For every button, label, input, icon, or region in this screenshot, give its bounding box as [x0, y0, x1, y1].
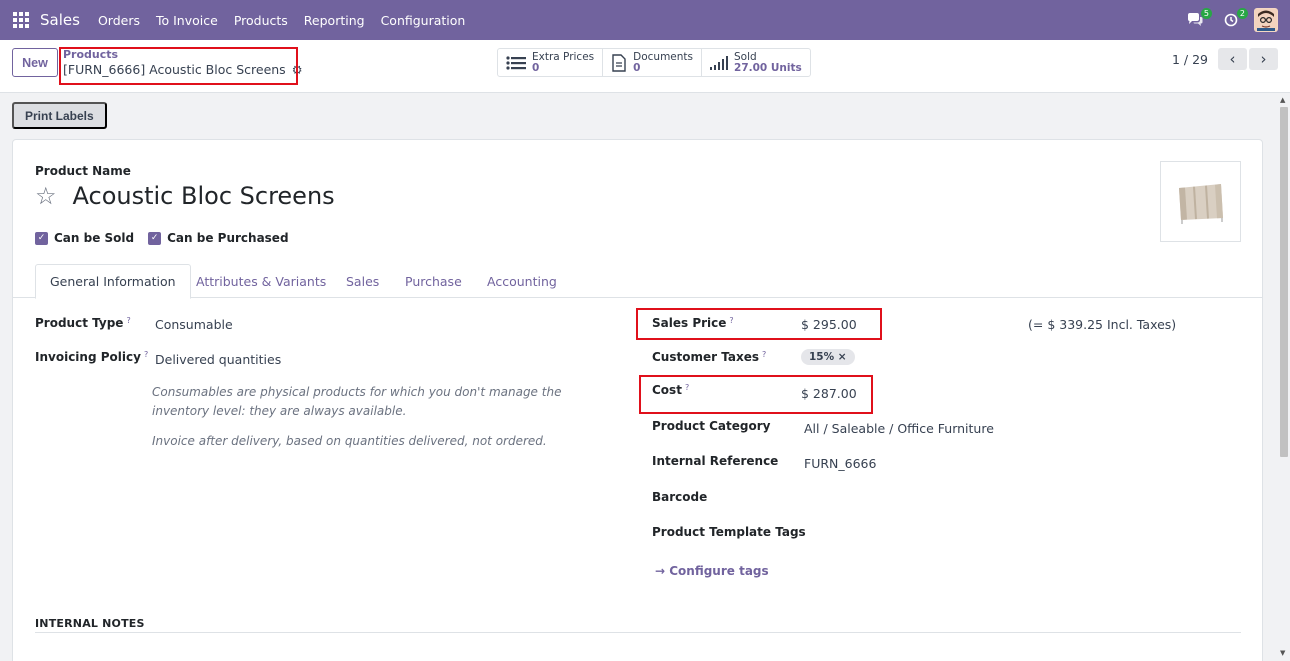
scrollbar-thumb[interactable]: [1280, 107, 1288, 457]
menu-reporting[interactable]: Reporting: [304, 13, 365, 28]
product-template-tags-field[interactable]: [804, 525, 1104, 541]
extra-prices-value: 0: [532, 61, 540, 74]
help-tooltip-icon[interactable]: ?: [762, 350, 766, 359]
sold-label: Sold: [734, 50, 757, 63]
form-tabs: General Information Attributes & Variant…: [13, 264, 1262, 299]
help-tooltip-icon[interactable]: ?: [144, 350, 148, 359]
print-labels-button[interactable]: Print Labels: [12, 102, 107, 129]
customer-tax-tag[interactable]: 15% ×: [801, 349, 855, 365]
help-tooltip-icon[interactable]: ?: [126, 316, 130, 325]
configure-tags-link[interactable]: → Configure tags: [655, 564, 769, 578]
menu-orders[interactable]: Orders: [98, 13, 140, 28]
product-category-field[interactable]: All / Saleable / Office Furniture: [804, 421, 994, 436]
documents-value: 0: [633, 61, 641, 74]
internal-notes-title: INTERNAL NOTES: [35, 617, 145, 630]
product-template-tags-label: Product Template Tags: [652, 525, 806, 539]
scroll-up-icon[interactable]: ▲: [1280, 96, 1285, 104]
page-scrollbar[interactable]: ▲ ▼: [1278, 93, 1290, 661]
clock-icon: [1224, 13, 1238, 27]
pager-previous-button[interactable]: ‹: [1218, 48, 1247, 70]
bar-chart-icon: [710, 55, 729, 70]
pager-value[interactable]: 1 / 29: [1172, 52, 1208, 67]
tab-purchase[interactable]: Purchase: [405, 264, 462, 298]
invoicing-policy-label: Invoicing Policy?: [35, 350, 149, 364]
internal-reference-label: Internal Reference: [652, 454, 779, 468]
star-icon[interactable]: ☆: [35, 184, 57, 208]
pager: 1 / 29 ‹ ›: [1172, 48, 1278, 70]
documents-button[interactable]: Documents 0: [603, 49, 703, 76]
messaging-button[interactable]: 5: [1182, 7, 1212, 33]
product-type-label: Product Type?: [35, 316, 131, 330]
can-be-purchased-label: Can be Purchased: [167, 231, 289, 245]
barcode-label: Barcode: [652, 490, 708, 504]
activity-button[interactable]: 2: [1218, 7, 1248, 33]
scroll-down-icon[interactable]: ▼: [1280, 649, 1285, 657]
tab-general-information[interactable]: General Information: [35, 264, 191, 299]
extra-prices-button[interactable]: Extra Prices 0: [498, 49, 604, 76]
chat-count-badge: 5: [1200, 8, 1212, 19]
documents-label: Documents: [633, 50, 694, 63]
tab-attributes-variants[interactable]: Attributes & Variants: [196, 264, 326, 298]
menu-products[interactable]: Products: [234, 13, 288, 28]
highlight-box-cost: [639, 375, 873, 414]
chevron-right-icon: ›: [1260, 50, 1267, 68]
extra-prices-label: Extra Prices: [532, 50, 595, 63]
internal-notes-divider: [35, 632, 1241, 633]
can-be-purchased-checkbox[interactable]: ✓: [148, 231, 162, 245]
user-avatar[interactable]: [1254, 8, 1278, 32]
internal-reference-field[interactable]: FURN_6666: [804, 456, 876, 471]
highlight-box-breadcrumb: [59, 47, 298, 85]
product-type-help-text: Consumables are physical products for wh…: [152, 385, 562, 418]
chevron-left-icon: ‹: [1229, 50, 1236, 68]
product-type-field[interactable]: Consumable: [155, 317, 233, 332]
price-incl-taxes: (= $ 339.25 Incl. Taxes): [1028, 317, 1177, 332]
product-name-field[interactable]: Acoustic Bloc Screens: [73, 182, 335, 210]
product-category-label: Product Category: [652, 419, 771, 433]
document-icon: [611, 53, 627, 72]
customer-taxes-label: Customer Taxes?: [652, 350, 767, 364]
menu-configuration[interactable]: Configuration: [381, 13, 466, 28]
tab-accounting[interactable]: Accounting: [487, 264, 557, 298]
invoicing-policy-help-text: Invoice after delivery, based on quantit…: [152, 434, 547, 448]
barcode-field[interactable]: [804, 490, 1104, 506]
pager-next-button[interactable]: ›: [1249, 48, 1278, 70]
menu-to-invoice[interactable]: To Invoice: [156, 13, 218, 28]
product-image[interactable]: [1160, 161, 1241, 242]
top-navbar: Sales Orders To Invoice Products Reporti…: [0, 0, 1290, 40]
invoicing-policy-field[interactable]: Delivered quantities: [155, 352, 281, 367]
form-sheet: Product Name ☆ Acoustic Bloc Screens ✓ C…: [12, 139, 1263, 661]
product-name-label: Product Name: [35, 164, 131, 178]
sold-button[interactable]: Sold 27.00 Units: [702, 49, 810, 76]
sold-value: 27.00 Units: [734, 61, 802, 74]
list-icon: [506, 55, 526, 71]
can-be-sold-label: Can be Sold: [54, 231, 135, 245]
activity-count-badge: 2: [1236, 8, 1248, 19]
can-be-sold-checkbox[interactable]: ✓: [35, 231, 48, 245]
app-brand[interactable]: Sales: [40, 11, 80, 29]
smart-buttons: Extra Prices 0 Documents 0 Sold 27.00 Un…: [497, 48, 811, 77]
control-panel: New Products [FURN_6666] Acoustic Bloc S…: [0, 40, 1290, 93]
highlight-box-sales-price: [636, 308, 882, 340]
tab-sales[interactable]: Sales: [346, 264, 379, 298]
new-button[interactable]: New: [12, 48, 58, 77]
apps-menu-icon[interactable]: [12, 11, 30, 29]
